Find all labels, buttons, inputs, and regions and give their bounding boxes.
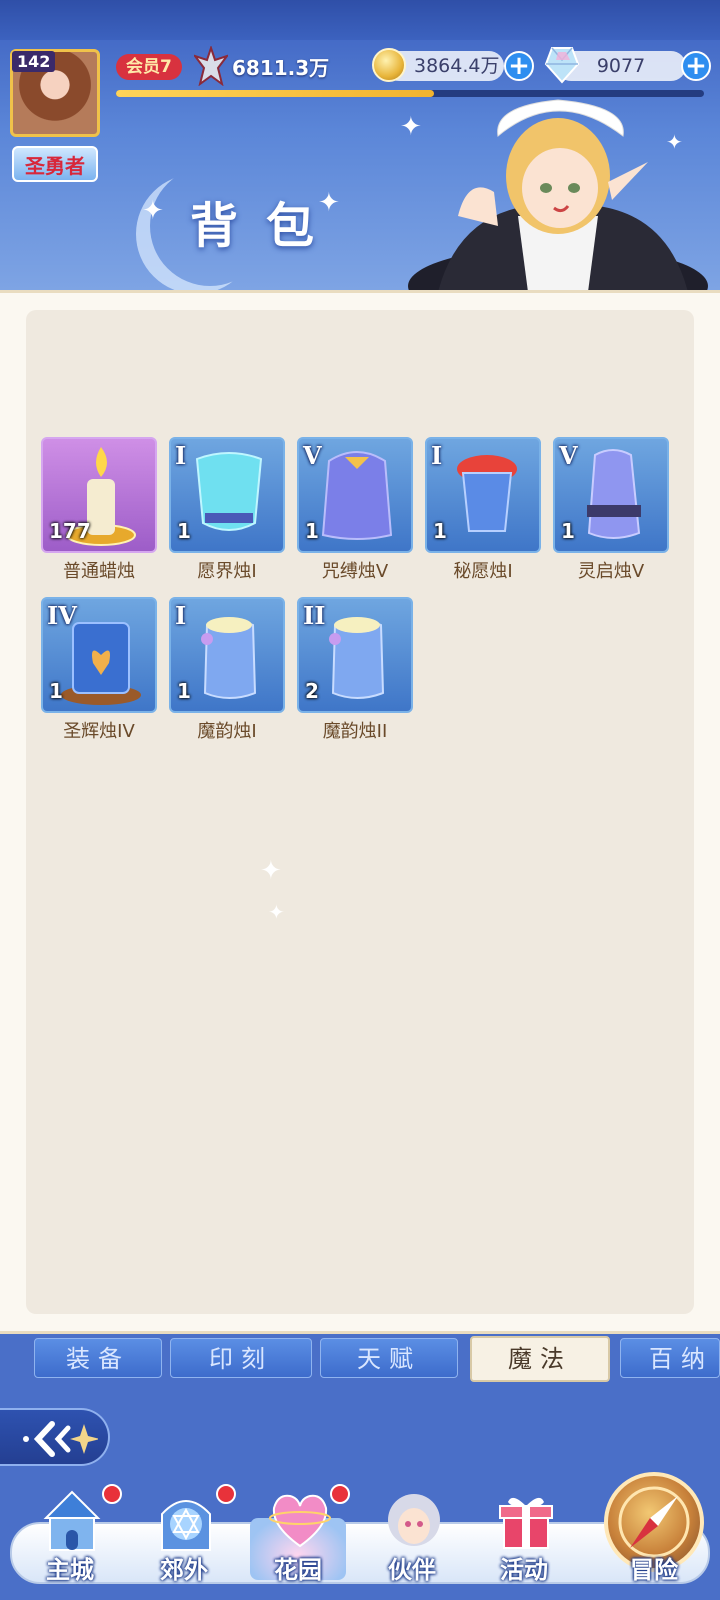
item-count: 2 — [305, 679, 319, 703]
item-count: 1 — [433, 519, 447, 543]
inventory-slot[interactable]: 177 — [41, 437, 157, 553]
portal-icon — [161, 1500, 211, 1551]
tab-equipment[interactable]: 装备 — [34, 1338, 162, 1378]
combat-power: 6811.3万 — [232, 56, 330, 80]
partner-icon — [388, 1494, 440, 1546]
notification-dot — [330, 1484, 350, 1504]
item-count: 1 — [177, 519, 191, 543]
inventory-slot[interactable]: I1 — [169, 437, 285, 553]
tier-label: V — [303, 441, 322, 470]
power-icon — [194, 46, 228, 86]
nav-partners[interactable]: 伙伴 — [356, 1488, 468, 1588]
level-badge: 142 — [12, 51, 56, 72]
item-name: 秘愿烛I — [453, 561, 513, 582]
item-name: 普通蜡烛 — [63, 561, 135, 582]
tier-label: I — [175, 601, 187, 630]
nav-garden[interactable]: 花园 — [242, 1484, 354, 1588]
gem-icon — [544, 47, 580, 84]
tier-label: IV — [47, 601, 77, 630]
item-name: 咒缚烛V — [321, 561, 389, 582]
heart-icon — [269, 1494, 331, 1548]
back-arrow-icon — [23, 1421, 98, 1457]
sparkle-icon: ✦ — [268, 900, 285, 924]
character-portrait — [408, 99, 708, 290]
nav-label: 冒险 — [630, 1556, 678, 1584]
nav-label: 活动 — [500, 1556, 548, 1584]
nav-label: 主城 — [46, 1556, 94, 1584]
tier-label: I — [175, 441, 187, 470]
item-name: 愿界烛I — [197, 561, 257, 582]
inventory-slot[interactable]: V1 — [553, 437, 669, 553]
sparkle-icon: ✦ — [318, 188, 340, 218]
tier-label: I — [431, 441, 443, 470]
nav-outskirts[interactable]: 郊外 — [128, 1484, 240, 1588]
gift-icon — [499, 1497, 553, 1549]
castle-icon — [43, 1490, 101, 1551]
tab-misc[interactable]: 百纳 — [620, 1338, 720, 1378]
nav-events[interactable]: 活动 — [468, 1488, 580, 1588]
add-gold-button[interactable]: + — [504, 51, 534, 81]
tier-label: V — [559, 441, 578, 470]
inventory-slot[interactable]: I1 — [425, 437, 541, 553]
item-count: 1 — [177, 679, 191, 703]
inventory-slot[interactable]: IV 1 — [41, 597, 157, 713]
item-count: 1 — [561, 519, 575, 543]
add-gem-button[interactable]: + — [681, 51, 711, 81]
exp-bar-fill — [116, 90, 434, 97]
item-name: 魔韵烛I — [197, 721, 257, 742]
notification-dot — [216, 1484, 236, 1504]
notification-dot — [102, 1484, 122, 1504]
header: 背包 ✦ ✦ ✦ ✦ 142 圣勇者 会员7 6811.3万 3864.4万 +… — [0, 0, 720, 290]
item-count: 177 — [49, 519, 91, 543]
gold-coin-icon — [372, 48, 406, 82]
nav-label: 花园 — [274, 1556, 322, 1584]
exp-bar — [116, 90, 704, 97]
nav-label: 伙伴 — [388, 1556, 436, 1584]
nav-main-city[interactable]: 主城 — [14, 1484, 126, 1588]
item-name: 魔韵烛II — [322, 721, 388, 742]
inventory-slot[interactable]: V1 — [297, 437, 413, 553]
nav-adventure[interactable]: 冒险 — [598, 1488, 710, 1588]
sparkle-icon: ✦ — [260, 856, 282, 886]
item-count: 1 — [49, 679, 63, 703]
nav-label: 郊外 — [160, 1556, 208, 1584]
sparkle-icon: ✦ — [142, 196, 164, 226]
item-count: 1 — [305, 519, 319, 543]
tab-magic[interactable]: 魔法 — [470, 1336, 610, 1382]
tier-label: II — [303, 601, 326, 630]
item-name: 圣辉烛IV — [63, 721, 135, 742]
back-button[interactable] — [0, 1408, 110, 1466]
inventory-slot[interactable]: II 2 — [297, 597, 413, 713]
title-button[interactable]: 圣勇者 — [12, 146, 98, 182]
item-name: 灵启烛V — [577, 561, 645, 582]
tab-talent[interactable]: 天赋 — [320, 1338, 458, 1378]
tab-engraving[interactable]: 印刻 — [170, 1338, 312, 1378]
top-strip — [0, 0, 720, 40]
vip-badge[interactable]: 会员7 — [116, 54, 182, 80]
inventory-slot[interactable]: I1 — [169, 597, 285, 713]
